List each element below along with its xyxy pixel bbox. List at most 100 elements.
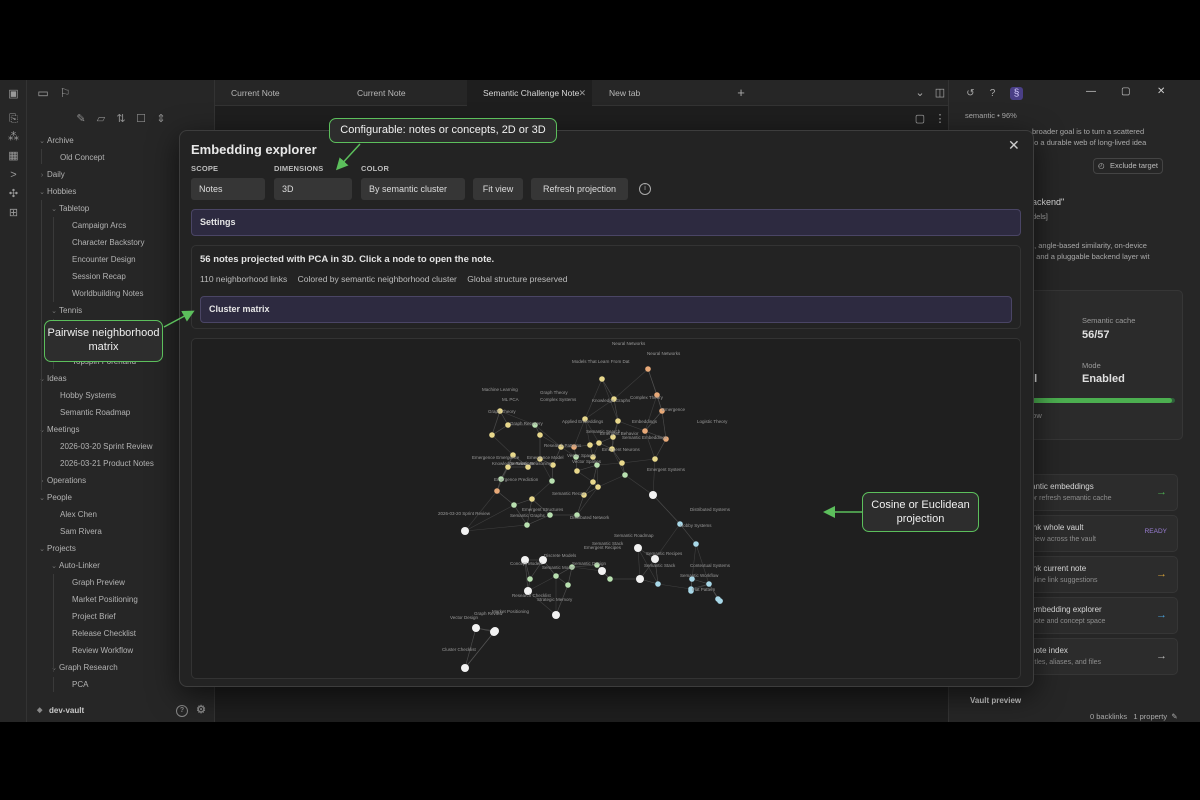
graph-node[interactable] xyxy=(598,567,606,575)
tree-file[interactable]: Market Positioning xyxy=(61,591,138,608)
semantic-panel-icon[interactable]: § xyxy=(1010,87,1023,100)
tab-current-note-2[interactable]: Current Note xyxy=(341,80,466,106)
tree-file[interactable]: Character Backstory xyxy=(61,234,144,251)
vault-switcher[interactable]: ◆ dev-vault ? ⚙ xyxy=(27,700,215,722)
tab-current-note-1[interactable]: Current Note xyxy=(215,80,340,106)
folder-icon[interactable]: ▭ xyxy=(36,86,50,100)
graph-icon[interactable]: ⁂ xyxy=(7,131,20,144)
edit-icon[interactable]: ✎ xyxy=(1171,712,1177,721)
graph-node[interactable] xyxy=(596,440,602,446)
graph-node[interactable] xyxy=(491,627,499,635)
graph-node[interactable] xyxy=(636,575,644,583)
tree-folder[interactable]: ⌄ Archive xyxy=(37,132,74,149)
chevron-down-icon[interactable]: ⌄ xyxy=(49,660,59,677)
chevron-down-icon[interactable]: ⌄ xyxy=(49,303,59,320)
tree-folder[interactable]: ⌄ People xyxy=(37,489,72,506)
graph-node[interactable] xyxy=(645,366,651,372)
graph-node[interactable] xyxy=(461,664,469,672)
graph-node[interactable] xyxy=(524,522,530,528)
bookmark-icon[interactable]: ⚐ xyxy=(58,86,72,100)
graph-node[interactable] xyxy=(549,478,555,484)
tree-file[interactable]: Session Recap xyxy=(61,268,126,285)
tab-semantic-challenge-note[interactable]: Semantic Challenge Note ✕ xyxy=(467,80,592,106)
tree-file[interactable]: Old Concept xyxy=(49,149,104,166)
tree-file[interactable]: Project Brief xyxy=(61,608,116,625)
graph-node[interactable] xyxy=(607,576,613,582)
minimize-icon[interactable]: — xyxy=(1086,86,1096,97)
new-note-icon[interactable]: ✎ xyxy=(74,112,88,126)
tree-folder[interactable]: ⌄ Auto-Linker xyxy=(49,557,100,574)
new-folder-icon[interactable]: ▱ xyxy=(94,112,108,126)
files-icon[interactable]: ⎘ xyxy=(7,113,20,126)
tree-folder[interactable]: ⌄ Hobbies xyxy=(37,183,76,200)
plugins-icon[interactable]: ✣ xyxy=(7,188,20,201)
reveal-icon[interactable]: ⇕ xyxy=(154,112,168,126)
tree-file[interactable]: PCA xyxy=(61,676,88,692)
tree-file[interactable]: 2026-03-21 Product Notes xyxy=(49,455,154,472)
graph-node[interactable] xyxy=(649,491,657,499)
chevron-down-icon[interactable]: ⌄ xyxy=(37,422,47,439)
close-icon[interactable]: ✕ xyxy=(1008,137,1020,154)
chevron-right-icon[interactable]: › xyxy=(37,167,47,184)
tab-new-tab[interactable]: New tab xyxy=(593,80,713,106)
tree-folder[interactable]: › Operations xyxy=(37,472,86,489)
canvas-icon[interactable]: ▦ xyxy=(7,150,20,163)
graph-node[interactable] xyxy=(651,555,659,563)
graph-node[interactable] xyxy=(489,432,495,438)
graph-node[interactable] xyxy=(472,624,480,632)
chevron-down-icon[interactable]: ⌄ xyxy=(49,201,59,218)
close-window-icon[interactable]: ✕ xyxy=(1157,86,1165,97)
new-tab-icon[interactable]: + xyxy=(735,86,747,99)
cluster-matrix-section[interactable]: Cluster matrix xyxy=(200,296,1012,323)
chevron-down-icon[interactable]: ⌄ xyxy=(37,184,47,201)
fit-view-button[interactable]: Fit view xyxy=(473,178,523,200)
close-icon[interactable]: ✕ xyxy=(578,80,586,106)
graph-node[interactable] xyxy=(642,428,648,434)
tree-file[interactable]: Graph Preview xyxy=(61,574,125,591)
settings-icon[interactable]: ⚙ xyxy=(195,705,207,717)
sort-icon[interactable]: ⇅ xyxy=(114,112,128,126)
tree-file[interactable]: Release Checklist xyxy=(61,625,136,642)
sidebar-toggle-icon[interactable]: ▣ xyxy=(7,88,20,101)
graph-node[interactable] xyxy=(622,472,628,478)
graph-node[interactable] xyxy=(553,573,559,579)
tree-file[interactable]: Worldbuilding Notes xyxy=(61,285,143,302)
graph-node[interactable] xyxy=(717,598,723,604)
maximize-icon[interactable]: ▢ xyxy=(1121,86,1130,97)
refresh-projection-button[interactable]: Refresh projection xyxy=(531,178,628,200)
chevron-down-icon[interactable]: ⌄ xyxy=(37,371,47,388)
tree-file[interactable]: Alex Chen xyxy=(49,506,97,523)
graph-node[interactable] xyxy=(706,581,712,587)
graph-node[interactable] xyxy=(494,488,500,494)
graph-node[interactable] xyxy=(693,541,699,547)
terminal-icon[interactable]: > xyxy=(7,169,20,182)
graph-node[interactable] xyxy=(599,376,605,382)
graph-node[interactable] xyxy=(590,479,596,485)
tree-folder[interactable]: › Daily xyxy=(37,166,65,183)
tree-folder[interactable]: ⌄ Tennis xyxy=(49,302,82,319)
help-icon[interactable]: ? xyxy=(176,705,188,717)
collapse-icon[interactable]: ☐ xyxy=(134,112,148,126)
back-icon[interactable]: ↺ xyxy=(964,87,977,100)
graph-node[interactable] xyxy=(574,468,580,474)
tree-folder[interactable]: ⌄ Meetings xyxy=(37,421,79,438)
split-pane-icon[interactable]: ◫ xyxy=(934,87,946,99)
chevron-down-icon[interactable]: ⌄ xyxy=(914,87,926,99)
tree-file[interactable]: Review Workflow xyxy=(61,642,133,659)
scope-select[interactable]: Notes xyxy=(191,178,265,200)
graph-node[interactable] xyxy=(461,527,469,535)
graph-node[interactable] xyxy=(537,432,543,438)
chevron-down-icon[interactable]: ⌄ xyxy=(37,133,47,150)
graph-node[interactable] xyxy=(615,418,621,424)
reading-view-icon[interactable]: ▢ xyxy=(914,113,926,125)
graph-node[interactable] xyxy=(655,581,661,587)
tree-file[interactable]: Hobby Systems xyxy=(49,387,116,404)
graph-node[interactable] xyxy=(527,576,533,582)
chevron-down-icon[interactable]: ⌄ xyxy=(49,558,59,575)
chevron-down-icon[interactable]: ⌄ xyxy=(37,541,47,558)
chevron-right-icon[interactable]: › xyxy=(37,473,47,490)
graph-node[interactable] xyxy=(595,484,601,490)
color-select[interactable]: By semantic cluster xyxy=(361,178,465,200)
tree-file[interactable]: Campaign Arcs xyxy=(61,217,126,234)
graph-node[interactable] xyxy=(552,611,560,619)
